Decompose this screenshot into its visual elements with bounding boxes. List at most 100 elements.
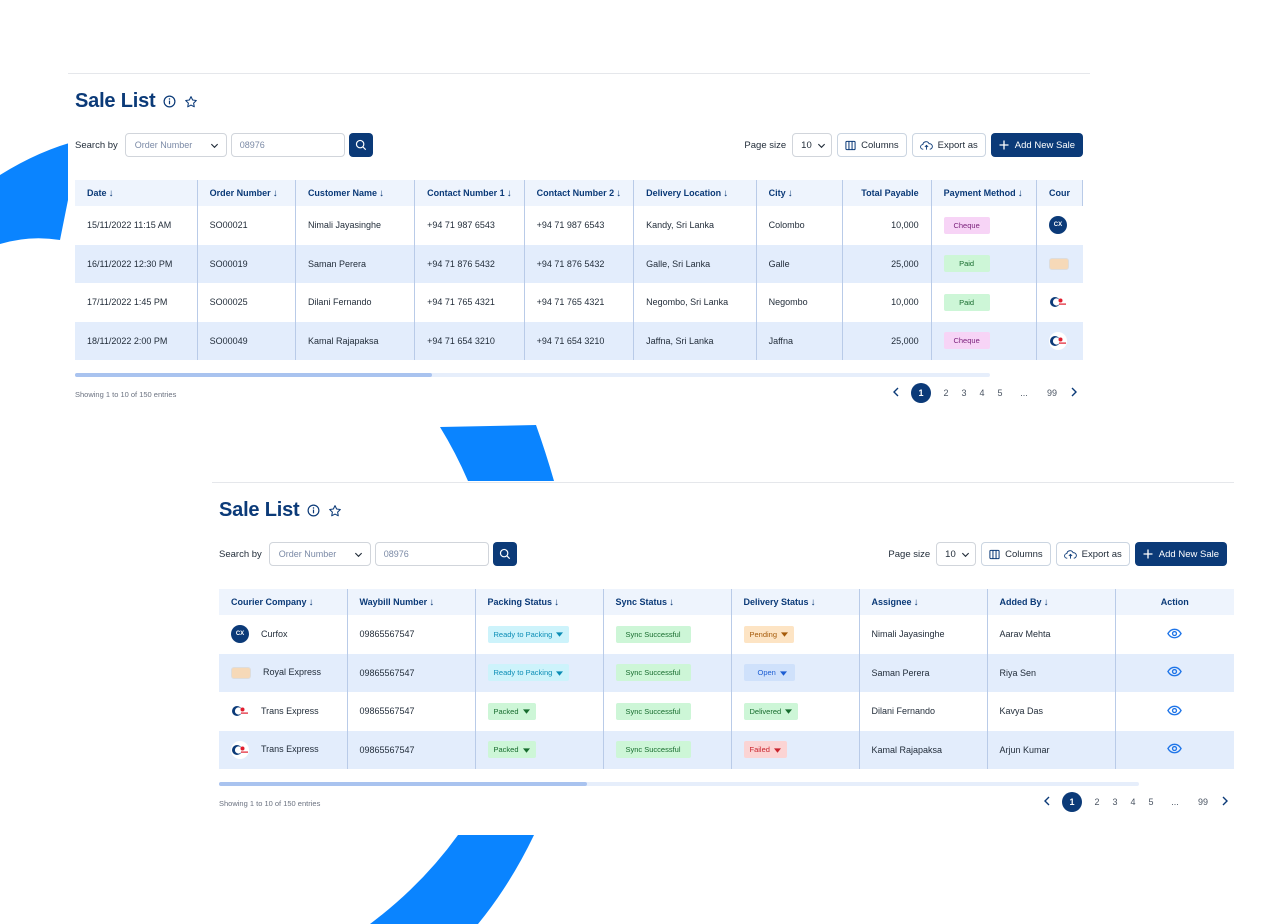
horizontal-scrollbar[interactable] [75,373,990,377]
packing-status-dropdown[interactable]: Ready to Packing [487,625,570,643]
search-field-select[interactable]: Order Number [268,542,371,566]
page-3[interactable]: 3 [1106,797,1124,807]
view-eye-icon[interactable] [1167,666,1183,677]
chevron-right-icon[interactable] [1216,796,1234,808]
sort-arrow-icon[interactable]: ↓ [429,597,434,608]
page-2[interactable]: 2 [937,388,955,398]
column-header[interactable]: Customer Name ↓ [295,180,416,206]
cell-c2: +94 71 987 6543 [524,206,635,245]
packing-status-dropdown[interactable]: Packed [487,702,536,720]
decor-swoosh-bottom [370,835,534,924]
cell-added-by: Aarav Mehta [987,615,1116,654]
page-99[interactable]: 99 [1039,388,1065,398]
view-eye-icon[interactable] [1167,743,1183,754]
columns-button[interactable]: Columns [837,133,907,157]
view-eye-icon[interactable] [1167,705,1183,716]
delivery-status-dropdown[interactable]: Open [743,664,795,682]
sort-arrow-icon[interactable]: ↓ [616,188,621,199]
column-header[interactable]: Date ↓ [75,180,198,206]
page-5[interactable]: 5 [1142,797,1160,807]
column-header[interactable]: Delivery Location ↓ [633,180,757,206]
page-size-select[interactable]: 10 [936,542,977,566]
scrollbar-thumb[interactable] [75,373,432,377]
add-new-sale-button[interactable]: Add New Sale [1134,542,1227,566]
column-header[interactable]: Contact Number 1 ↓ [414,180,525,206]
sort-arrow-icon[interactable]: ↓ [914,597,919,608]
packing-status-dropdown[interactable]: Packed [487,741,536,759]
sort-arrow-icon[interactable]: ↓ [309,597,314,608]
export-button[interactable]: Export as [1055,542,1130,566]
column-header[interactable]: Cour [1036,180,1083,206]
column-header[interactable]: Added By ↓ [987,589,1116,615]
sort-arrow-icon[interactable]: ↓ [507,188,512,199]
column-header[interactable]: Total Payable [842,180,932,206]
table-row[interactable]: Trans Express 09865567547 Packed Sync Succe… [219,692,1234,731]
sort-arrow-icon[interactable]: ↓ [1044,597,1049,608]
search-field-select[interactable]: Order Number [124,133,227,157]
column-header[interactable]: Order Number ↓ [197,180,296,206]
view-eye-icon[interactable] [1167,628,1183,639]
search-input[interactable]: 08976 [230,133,345,157]
table-row[interactable]: CX Curfox 09865567547 Ready to Packing Sync … [219,615,1234,654]
page-2[interactable]: 2 [1088,797,1106,807]
delivery-status-dropdown[interactable]: Failed [743,741,787,759]
column-header[interactable]: Action [1115,589,1234,615]
table-row[interactable]: Royal Express 09865567547 Ready to Packing… [219,653,1234,692]
chevron-left-icon[interactable] [887,387,905,399]
info-icon[interactable] [163,95,176,108]
table-row[interactable]: Trans Express 09865567547 Packed Sync Succe… [219,730,1234,769]
page-size-select[interactable]: 10 [792,133,833,157]
search-button[interactable] [492,542,517,566]
page-1[interactable]: 1 [911,383,931,403]
delivery-status-dropdown[interactable]: Delivered [743,702,799,720]
column-header[interactable]: Packing Status ↓ [475,589,604,615]
star-icon[interactable] [328,504,342,518]
sort-arrow-icon[interactable]: ↓ [379,188,384,199]
column-header[interactable]: Courier Company ↓ [219,589,348,615]
entries-summary: Showing 1 to 10 of 150 entries [219,799,321,808]
page-4[interactable]: 4 [1124,797,1142,807]
chevron-left-icon[interactable] [1038,796,1056,808]
columns-button[interactable]: Columns [981,542,1051,566]
table-row[interactable]: 17/11/2022 1:45 PM SO00025 Dilani Fernando… [75,283,1083,322]
cell-order-value: SO00019 [209,258,248,269]
search-input[interactable]: 08976 [374,542,489,566]
column-header-label: City [768,187,786,198]
cell-assignee: Saman Perera [859,653,988,692]
table-row[interactable]: 15/11/2022 11:15 AM SO00021 Nimali Jayasin… [75,206,1083,245]
sort-arrow-icon[interactable]: ↓ [669,597,674,608]
column-header[interactable]: Waybill Number ↓ [347,589,476,615]
export-button[interactable]: Export as [911,133,986,157]
page-3[interactable]: 3 [955,388,973,398]
star-icon[interactable] [184,95,198,109]
packing-status-dropdown[interactable]: Ready to Packing [487,664,570,682]
page-5[interactable]: 5 [991,388,1009,398]
sort-arrow-icon[interactable]: ↓ [811,597,816,608]
page-99[interactable]: 99 [1190,797,1216,807]
sort-arrow-icon[interactable]: ↓ [554,597,559,608]
table-row[interactable]: 16/11/2022 12:30 PM SO00019 Saman Perera +9… [75,244,1083,283]
column-header[interactable]: City ↓ [756,180,844,206]
page-1[interactable]: 1 [1062,792,1082,812]
page-4[interactable]: 4 [973,388,991,398]
search-button[interactable] [348,133,373,157]
sort-arrow-icon[interactable]: ↓ [109,188,114,199]
add-new-sale-button[interactable]: Add New Sale [990,133,1083,157]
page-title: Sale List [75,90,156,112]
sort-arrow-icon[interactable]: ↓ [723,188,728,199]
info-icon[interactable] [307,504,320,517]
horizontal-scrollbar[interactable] [219,782,1139,786]
scrollbar-thumb[interactable] [219,782,587,786]
column-header[interactable]: Payment Method ↓ [931,180,1037,206]
column-header[interactable]: Assignee ↓ [859,589,988,615]
search-by-label: Search by [219,548,262,560]
column-header[interactable]: Delivery Status ↓ [731,589,860,615]
sort-arrow-icon[interactable]: ↓ [1018,188,1023,199]
sort-arrow-icon[interactable]: ↓ [273,188,278,199]
column-header[interactable]: Sync Status ↓ [603,589,732,615]
column-header[interactable]: Contact Number 2 ↓ [524,180,635,206]
sort-arrow-icon[interactable]: ↓ [788,188,793,199]
table-row[interactable]: 18/11/2022 2:00 PM SO00049 Kamal Rajapaksa… [75,321,1083,360]
chevron-right-icon[interactable] [1065,387,1083,399]
delivery-status-dropdown[interactable]: Pending [743,625,795,643]
